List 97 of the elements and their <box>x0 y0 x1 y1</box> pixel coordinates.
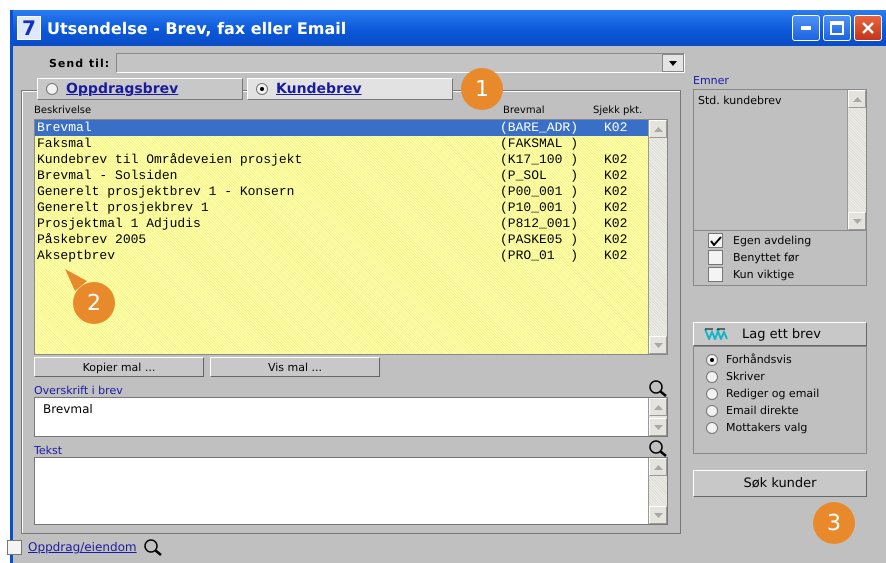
callout-pointer <box>65 269 87 291</box>
scroll-down-icon <box>654 512 662 518</box>
scrollbar[interactable] <box>648 458 667 524</box>
column-header: Brevmal <box>503 105 544 118</box>
scrollbar[interactable] <box>847 90 866 230</box>
check-cell: K02 <box>604 168 628 184</box>
checkbox[interactable] <box>708 233 723 248</box>
heading-field[interactable]: Brevmal <box>34 397 668 437</box>
search-icon[interactable] <box>648 379 668 397</box>
check-cell: K02 <box>604 184 628 200</box>
list-row[interactable]: Akseptbrev (PRO_01 ) K02 <box>35 248 648 264</box>
template-cell: (P00_001 ) <box>500 184 578 200</box>
description-cell: Påskebrev 2005 <box>37 232 146 248</box>
column-header: Sjekk pkt. <box>593 105 642 118</box>
scroll-up-icon <box>654 126 662 132</box>
list-row[interactable]: Prosjektmal 1 Adjudis (P812_001) K02 <box>35 216 648 232</box>
maximize-icon <box>830 21 844 35</box>
scroll-down-icon <box>654 424 662 430</box>
description-cell: Generelt prosjektbrev 1 - Konsern <box>37 184 294 200</box>
list-row[interactable]: Brevmal (BARE_ADR) K02 <box>35 120 648 136</box>
check-cell: K02 <box>604 152 628 168</box>
scroll-up-icon <box>654 464 662 470</box>
scroll-down-icon <box>654 342 662 348</box>
scroll-up-icon <box>654 404 662 410</box>
description-cell: Akseptbrev <box>37 248 116 264</box>
column-header: Beskrivelse <box>34 105 92 118</box>
check-cell: K02 <box>604 232 628 248</box>
scroll-down-icon <box>852 218 862 224</box>
dropdown-arrow-icon <box>669 60 677 66</box>
list-row[interactable]: Brevmal - Solsiden (P_SOL ) K02 <box>35 168 648 184</box>
tab[interactable]: Kundebrev <box>247 78 453 100</box>
checkbox-label: Kun viktige <box>733 268 794 281</box>
maximize-button[interactable] <box>823 15 851 41</box>
radio-label: Mottakers valg <box>726 421 808 434</box>
scrollbar[interactable] <box>648 398 667 436</box>
topic-item[interactable]: Std. kundebrev <box>698 94 782 107</box>
field-label: Tekst <box>34 444 62 457</box>
template-cell: (FAKSMAL ) <box>500 136 578 152</box>
check-cell: K02 <box>604 120 628 136</box>
template-cell: (P812_001) <box>500 216 578 232</box>
checkbox[interactable] <box>7 540 22 554</box>
radio-label: Skriver <box>726 370 765 383</box>
topics-label: Emner <box>693 74 730 87</box>
template-cell: (BARE_ADR) <box>500 120 578 136</box>
list-action-button[interactable]: Kopier mal ... <box>34 357 204 377</box>
template-cell: (K17_100 ) <box>500 152 578 168</box>
list-row[interactable]: Generelt prosjekbrev 1 (P10_001 ) K02 <box>35 200 648 216</box>
callout-badge: 3 <box>813 502 855 544</box>
radio-label: Email direkte <box>726 404 799 417</box>
close-icon <box>861 21 875 35</box>
description-cell: Brevmal <box>37 120 92 136</box>
app-icon: 7 <box>17 16 41 40</box>
template-cell: (P_SOL ) <box>500 168 578 184</box>
window-title: Utsendelse - Brev, fax eller Email <box>47 18 348 38</box>
check-cell: K02 <box>604 200 628 216</box>
send-to-dropdown[interactable] <box>116 53 685 73</box>
description-cell: Prosjektmal 1 Adjudis <box>37 216 201 232</box>
checkbox[interactable] <box>708 250 723 265</box>
radio-button[interactable] <box>706 404 718 416</box>
template-cell: (PASKE05 ) <box>500 232 578 248</box>
field-label: Overskrift i brev <box>34 384 123 397</box>
close-button[interactable] <box>854 15 882 41</box>
description-cell: Generelt prosjekbrev 1 <box>37 200 209 216</box>
check-cell: K02 <box>604 216 628 232</box>
checkbox-label: Egen avdeling <box>733 234 812 247</box>
description-cell: Faksmal <box>37 136 92 152</box>
radio-button[interactable] <box>706 354 718 366</box>
description-cell: Brevmal - Solsiden <box>37 168 178 184</box>
make-letter-button[interactable]: Lag ett brev <box>693 322 867 346</box>
list-row[interactable]: Faksmal (FAKSMAL ) <box>35 136 648 152</box>
check-cell: K02 <box>604 248 628 264</box>
template-cell: (PRO_01 ) <box>500 248 578 264</box>
checkbox-label: Benyttet før <box>733 251 800 264</box>
scrollbar[interactable] <box>648 120 667 354</box>
callout-badge: 1 <box>461 68 503 110</box>
list-row[interactable]: Generelt prosjektbrev 1 - Konsern (P00_001 ) K02 <box>35 184 648 200</box>
text-field[interactable] <box>34 457 668 525</box>
tab[interactable]: Oppdragsbrev <box>37 78 243 100</box>
list-action-button[interactable]: Vis mal ... <box>210 357 380 377</box>
send-to-label: Send til: <box>49 56 110 70</box>
search-customers-button[interactable]: Søk kunder <box>693 470 867 497</box>
scroll-up-icon <box>852 96 862 102</box>
minimize-button[interactable] <box>792 15 820 41</box>
radio-label: Rediger og email <box>726 387 820 400</box>
radio-label: Forhåndsvis <box>726 353 792 366</box>
list-row[interactable]: Påskebrev 2005 (PASKE05 ) K02 <box>35 232 648 248</box>
radio-button[interactable] <box>706 388 718 400</box>
search-icon[interactable] <box>648 439 668 457</box>
template-cell: (P10_001 ) <box>500 200 578 216</box>
radio-button[interactable] <box>706 422 718 434</box>
checkbox[interactable] <box>708 267 723 282</box>
property-link[interactable]: Oppdrag/eiendom <box>28 540 137 554</box>
logo-icon <box>704 328 728 340</box>
minimize-icon <box>801 26 811 30</box>
radio-button[interactable] <box>706 370 718 382</box>
list-row[interactable]: Kundebrev til Områdeveien prosjekt (K17_100 ) K02 <box>35 152 648 168</box>
description-cell: Kundebrev til Områdeveien prosjekt <box>37 152 302 168</box>
